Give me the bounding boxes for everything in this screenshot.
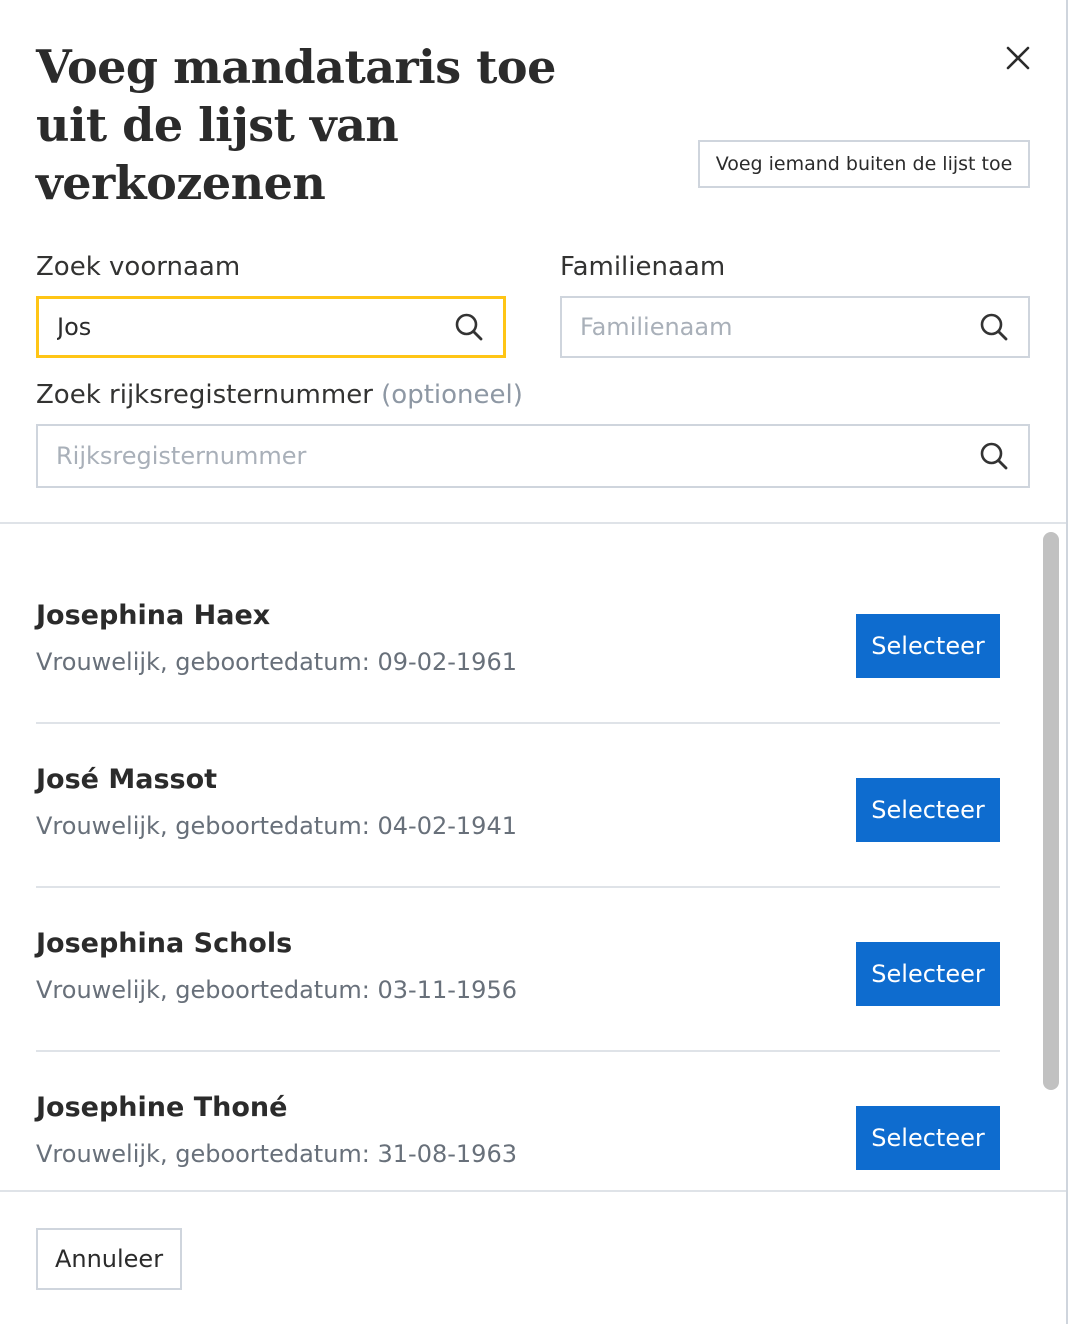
select-button[interactable]: Selecteer bbox=[856, 942, 1000, 1006]
select-button[interactable]: Selecteer bbox=[856, 778, 1000, 842]
person-meta: Vrouwelijk, geboortedatum: 04-02-1941 bbox=[36, 812, 517, 840]
person-name: Josephina Schols bbox=[36, 928, 293, 959]
rrn-input[interactable]: Rijksregisternummer bbox=[36, 424, 1030, 488]
add-outside-list-button[interactable]: Voeg iemand buiten de lijst toe bbox=[698, 140, 1030, 188]
modal-header: Voeg mandataris toe uit de lijst van ver… bbox=[36, 38, 556, 212]
person-name: Josephine Thoné bbox=[36, 1092, 288, 1123]
list-item: Josephina Schols Vrouwelijk, geboortedat… bbox=[36, 852, 1000, 1052]
rrn-optional-text: (optioneel) bbox=[381, 380, 523, 410]
last-name-placeholder: Familienaam bbox=[580, 313, 733, 341]
first-name-input[interactable]: Jos bbox=[36, 296, 506, 358]
last-name-input[interactable]: Familienaam bbox=[560, 296, 1030, 358]
title-line-2: uit de lijst van bbox=[36, 98, 399, 152]
search-icon[interactable] bbox=[978, 311, 1010, 343]
divider bbox=[0, 1190, 1066, 1192]
rrn-label: Zoek rijksregisternummer (optioneel) bbox=[36, 380, 523, 410]
results-list: Josephina Haex Vrouwelijk, geboortedatum… bbox=[0, 524, 1036, 1190]
person-meta: Vrouwelijk, geboortedatum: 09-02-1961 bbox=[36, 648, 517, 676]
rrn-placeholder: Rijksregisternummer bbox=[56, 442, 307, 470]
modal-title: Voeg mandataris toe uit de lijst van ver… bbox=[36, 38, 556, 212]
last-name-label: Familienaam bbox=[560, 252, 726, 282]
rrn-label-text: Zoek rijksregisternummer bbox=[36, 380, 373, 410]
scrollbar-thumb[interactable] bbox=[1043, 532, 1059, 1090]
list-item: José Massot Vrouwelijk, geboortedatum: 0… bbox=[36, 688, 1000, 888]
select-button[interactable]: Selecteer bbox=[856, 614, 1000, 678]
person-name: José Massot bbox=[36, 764, 218, 795]
first-name-value: Jos bbox=[57, 313, 92, 341]
modal-dialog: Voeg mandataris toe uit de lijst van ver… bbox=[0, 0, 1068, 1324]
person-meta: Vrouwelijk, geboortedatum: 31-08-1963 bbox=[36, 1140, 517, 1168]
person-name: Josephina Haex bbox=[36, 600, 271, 631]
first-name-label: Zoek voornaam bbox=[36, 252, 241, 282]
list-item: Josephine Thoné Vrouwelijk, geboortedatu… bbox=[36, 1016, 1000, 1180]
cancel-button[interactable]: Annuleer bbox=[36, 1228, 182, 1290]
search-icon[interactable] bbox=[453, 311, 485, 343]
search-icon[interactable] bbox=[978, 440, 1010, 472]
title-line-3: verkozenen bbox=[36, 156, 326, 210]
close-icon bbox=[1006, 46, 1030, 70]
list-item: Josephina Haex Vrouwelijk, geboortedatum… bbox=[36, 524, 1000, 724]
title-line-1: Voeg mandataris toe bbox=[36, 40, 556, 94]
person-meta: Vrouwelijk, geboortedatum: 03-11-1956 bbox=[36, 976, 517, 1004]
close-button[interactable] bbox=[998, 38, 1038, 78]
select-button[interactable]: Selecteer bbox=[856, 1106, 1000, 1170]
